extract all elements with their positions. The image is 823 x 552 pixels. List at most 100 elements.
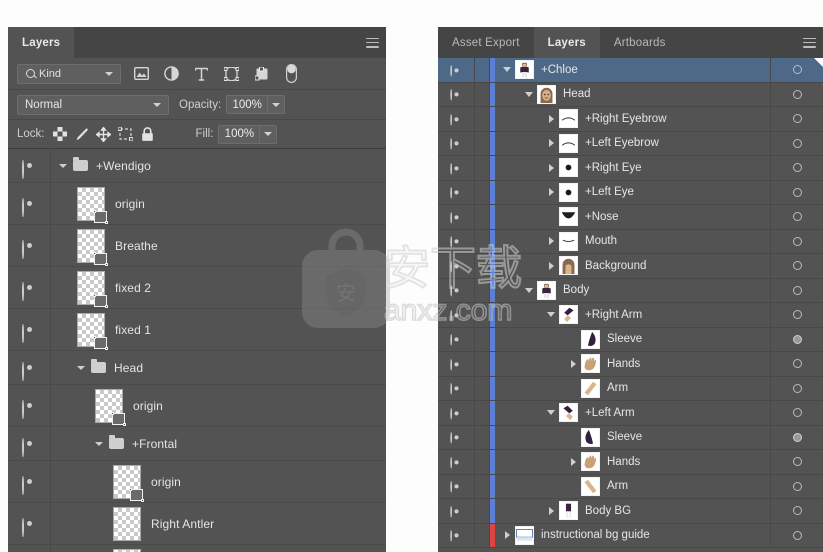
- layer-visibility-toggle[interactable]: [8, 183, 51, 224]
- chevron-right-icon[interactable]: [548, 188, 554, 197]
- layer-lock-cell[interactable]: [475, 303, 490, 327]
- panel-menu-icon-right[interactable]: [803, 37, 816, 48]
- chevron-down-icon[interactable]: [525, 287, 533, 293]
- filter-toggle-switch-icon[interactable]: [282, 64, 301, 83]
- layer-disclosure-triangle[interactable]: [543, 139, 559, 148]
- layer-lock-cell[interactable]: [475, 82, 490, 106]
- layer-visibility-toggle[interactable]: [438, 303, 475, 327]
- layer-disclosure-triangle[interactable]: [521, 91, 537, 97]
- layer-visibility-toggle[interactable]: [8, 503, 51, 544]
- ai-layer-row[interactable]: Hands: [438, 352, 823, 377]
- layer-visibility-toggle[interactable]: [438, 425, 475, 449]
- layer-visibility-toggle[interactable]: [438, 82, 475, 106]
- smart-object-filter-icon[interactable]: [252, 64, 271, 83]
- chevron-right-icon[interactable]: [548, 237, 554, 246]
- layer-visibility-toggle[interactable]: [438, 58, 475, 82]
- layer-lock-cell[interactable]: [475, 156, 490, 180]
- layer-lock-cell[interactable]: [475, 131, 490, 155]
- layer-visibility-toggle[interactable]: [438, 499, 475, 523]
- lock-artboard-nesting-icon[interactable]: [116, 125, 136, 143]
- layer-lock-cell[interactable]: [475, 401, 490, 425]
- layer-target-indicator[interactable]: [770, 499, 823, 523]
- layer-lock-cell[interactable]: [475, 254, 490, 278]
- layer-visibility-toggle[interactable]: [438, 352, 475, 376]
- fill-value[interactable]: 100%: [218, 124, 261, 144]
- ai-layer-row[interactable]: instructional bg guide: [438, 523, 823, 548]
- layer-visibility-toggle[interactable]: [438, 376, 475, 400]
- layer-lock-cell[interactable]: [475, 376, 490, 400]
- layer-visibility-toggle[interactable]: [8, 427, 51, 460]
- layer-lock-cell[interactable]: [475, 474, 490, 498]
- layer-disclosure-triangle[interactable]: [543, 410, 559, 416]
- chevron-right-icon[interactable]: [504, 531, 510, 540]
- ai-layer-row[interactable]: Head: [438, 82, 823, 107]
- layer-visibility-toggle[interactable]: [438, 327, 475, 351]
- layer-lock-cell[interactable]: [475, 58, 490, 82]
- blend-mode-select[interactable]: Normal: [17, 94, 169, 115]
- layer-visibility-toggle[interactable]: [438, 450, 475, 474]
- layer-visibility-toggle[interactable]: [438, 156, 475, 180]
- layer-target-indicator[interactable]: [770, 401, 823, 425]
- ps-layer-row[interactable]: fixed 1: [8, 309, 386, 351]
- layer-lock-cell[interactable]: [475, 499, 490, 523]
- layer-disclosure-triangle[interactable]: [543, 163, 559, 172]
- ai-layer-row[interactable]: Mouth: [438, 229, 823, 254]
- ps-layer-row[interactable]: +Frontal: [8, 427, 386, 461]
- layer-visibility-toggle[interactable]: [8, 267, 51, 308]
- chevron-down-icon[interactable]: [503, 67, 511, 73]
- ai-layer-row[interactable]: +Left Arm: [438, 401, 823, 426]
- layer-disclosure-triangle[interactable]: [543, 506, 559, 515]
- layer-lock-cell[interactable]: [475, 107, 490, 131]
- chevron-right-icon[interactable]: [548, 506, 554, 515]
- layer-lock-cell[interactable]: [475, 229, 490, 253]
- layer-target-indicator[interactable]: [770, 327, 823, 351]
- layer-disclosure-triangle[interactable]: [565, 359, 581, 368]
- layer-lock-cell[interactable]: [475, 278, 490, 302]
- layer-visibility-toggle[interactable]: [438, 474, 475, 498]
- layer-disclosure-triangle[interactable]: [543, 261, 559, 270]
- ps-layer-row[interactable]: Left Antler: [8, 545, 386, 552]
- layer-target-indicator[interactable]: [770, 303, 823, 327]
- layer-lock-cell[interactable]: [475, 450, 490, 474]
- chevron-down-icon[interactable]: [547, 410, 555, 416]
- ps-layer-row[interactable]: fixed 2: [8, 267, 386, 309]
- layer-lock-cell[interactable]: [475, 425, 490, 449]
- layer-visibility-toggle[interactable]: [438, 254, 475, 278]
- filter-kind-select[interactable]: Kind: [17, 63, 121, 84]
- tab-asset-export[interactable]: Asset Export: [438, 27, 534, 58]
- ai-layer-row[interactable]: Hands: [438, 450, 823, 475]
- tab-layers-right[interactable]: Layers: [533, 27, 600, 58]
- opacity-stepper[interactable]: [268, 95, 286, 114]
- ai-layer-row[interactable]: Background: [438, 254, 823, 279]
- layer-disclosure-triangle[interactable]: [499, 531, 515, 540]
- layer-target-indicator[interactable]: [770, 107, 823, 131]
- ai-layer-row[interactable]: +Right Eyebrow: [438, 107, 823, 132]
- layer-lock-cell[interactable]: [475, 180, 490, 204]
- layer-target-indicator[interactable]: [770, 450, 823, 474]
- layer-lock-cell[interactable]: [475, 352, 490, 376]
- ai-layer-row[interactable]: Arm: [438, 474, 823, 499]
- adjustment-layer-filter-icon[interactable]: [162, 64, 181, 83]
- ai-layer-row[interactable]: +Chloe: [438, 58, 823, 83]
- chevron-right-icon[interactable]: [548, 163, 554, 172]
- layer-target-indicator[interactable]: [770, 352, 823, 376]
- chevron-right-icon[interactable]: [548, 261, 554, 270]
- ps-layer-row[interactable]: +Wendigo: [8, 149, 386, 183]
- chevron-down-icon[interactable]: [59, 163, 67, 168]
- layer-visibility-toggle[interactable]: [438, 278, 475, 302]
- ps-layer-row[interactable]: origin: [8, 385, 386, 427]
- layer-target-indicator[interactable]: [770, 131, 823, 155]
- layer-visibility-toggle[interactable]: [438, 523, 475, 547]
- chevron-right-icon[interactable]: [570, 359, 576, 368]
- layer-visibility-toggle[interactable]: [438, 180, 475, 204]
- layer-disclosure-triangle[interactable]: [565, 457, 581, 466]
- chevron-right-icon[interactable]: [570, 457, 576, 466]
- ai-layer-row[interactable]: +Left Eye: [438, 180, 823, 205]
- tab-artboards[interactable]: Artboards: [599, 27, 680, 58]
- layer-disclosure-triangle[interactable]: [499, 67, 515, 73]
- ai-layer-row[interactable]: +Right Arm: [438, 303, 823, 328]
- layer-target-indicator[interactable]: [770, 205, 823, 229]
- chevron-down-icon[interactable]: [525, 91, 533, 97]
- layer-lock-cell[interactable]: [475, 327, 490, 351]
- chevron-right-icon[interactable]: [548, 139, 554, 148]
